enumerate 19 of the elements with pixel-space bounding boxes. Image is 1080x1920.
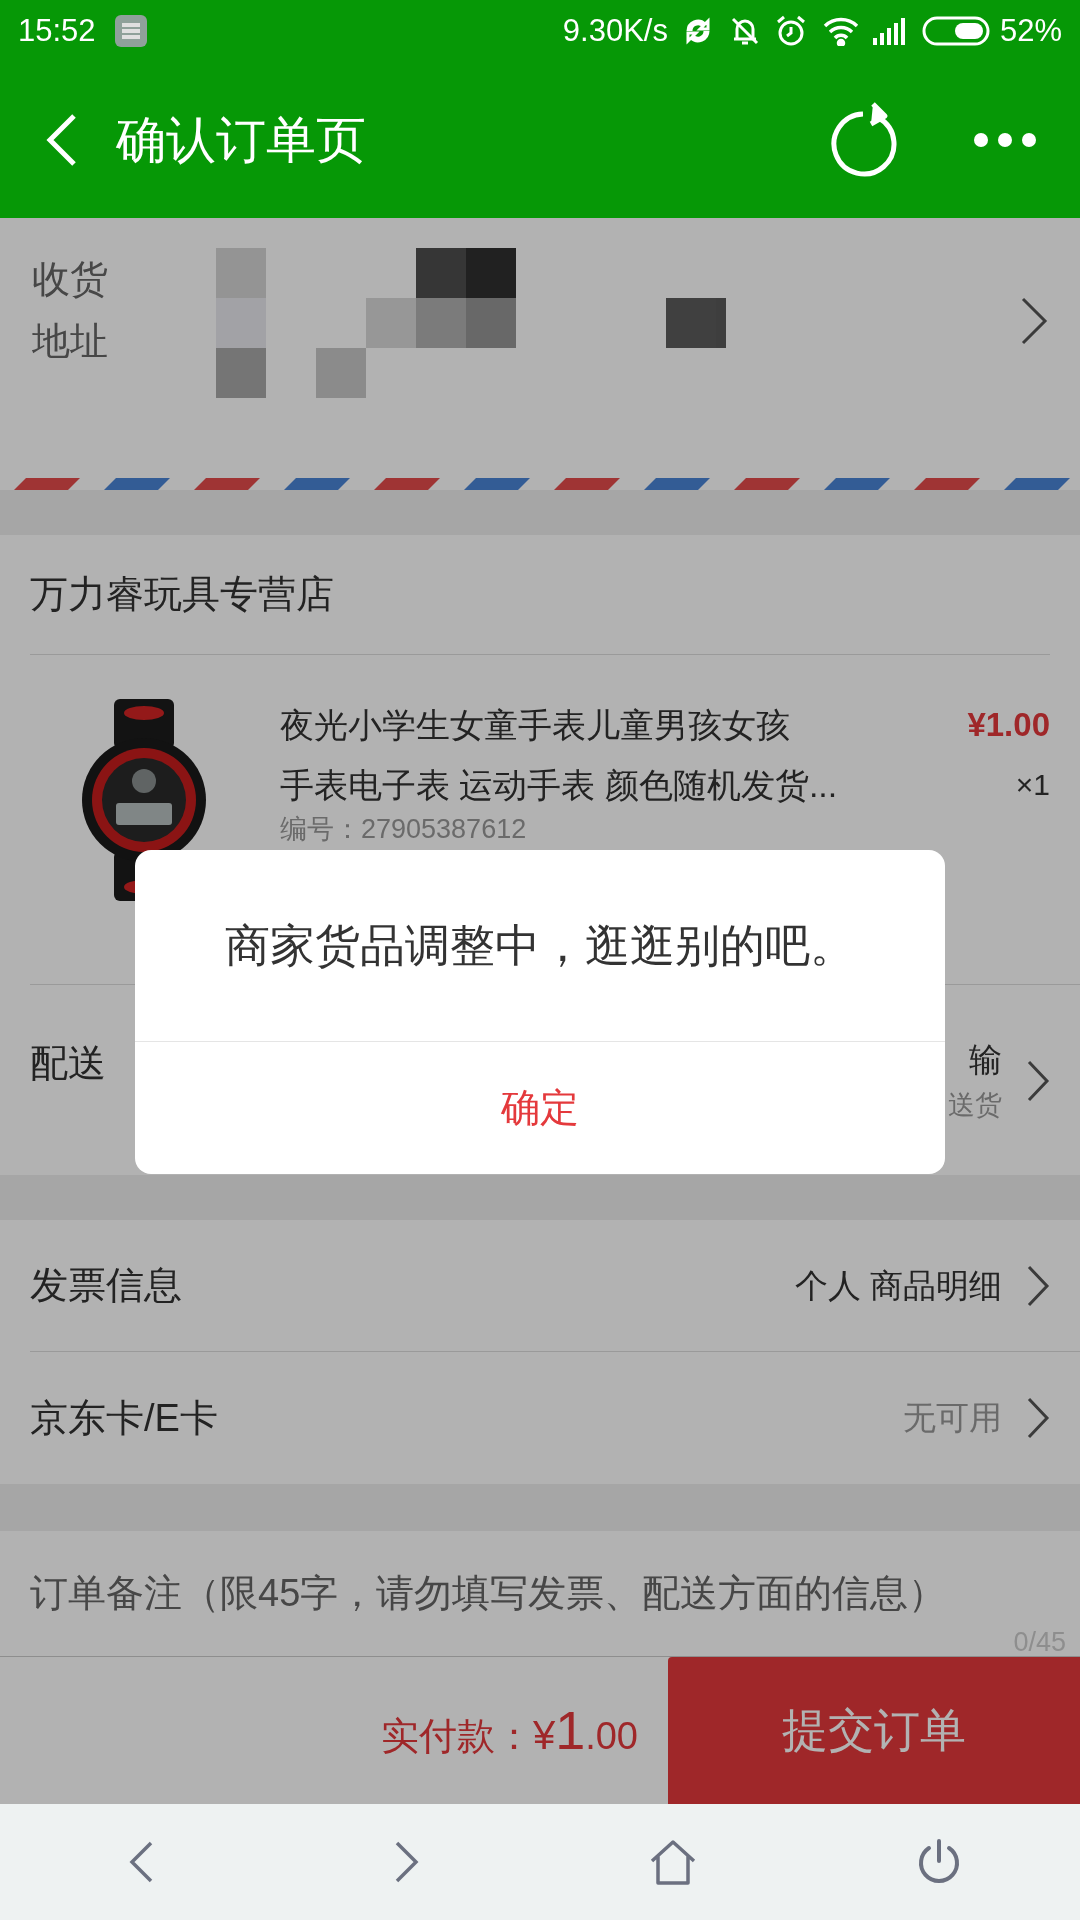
address-label: 收货 地址 [32, 257, 108, 365]
network-speed: 9.30K/s [562, 11, 668, 50]
store-name: 万力睿玩具专营店 [30, 572, 334, 618]
status-time: 15:52 [18, 11, 96, 50]
product-quantity: ×1 [1015, 767, 1050, 804]
row-label: 发票信息 [30, 1263, 182, 1309]
dialog-message: 商家货品调整中，逛逛别的吧。 [225, 918, 855, 973]
product-code: 编号：27905387612 [280, 813, 528, 847]
row-label: 京东卡/E卡 [30, 1395, 218, 1441]
delivery-value: 输 [969, 1040, 1002, 1081]
total-amount: 实付款：¥1.00 [380, 1699, 638, 1763]
delivery-label: 配送 [30, 1041, 106, 1087]
page-title: 确认订单页 [116, 110, 366, 170]
row-value: 无可用 [903, 1398, 1002, 1439]
product-price: ¥1.00 [967, 705, 1050, 746]
battery-percent: 52% [999, 11, 1062, 50]
delivery-note: 送货 [948, 1088, 1002, 1122]
product-title: 夜光小学生女童手表儿童男孩女孩 手表电子表 运动手表 颜色随机发货... [280, 705, 839, 807]
row-value: 个人 商品明细 [794, 1265, 1002, 1306]
